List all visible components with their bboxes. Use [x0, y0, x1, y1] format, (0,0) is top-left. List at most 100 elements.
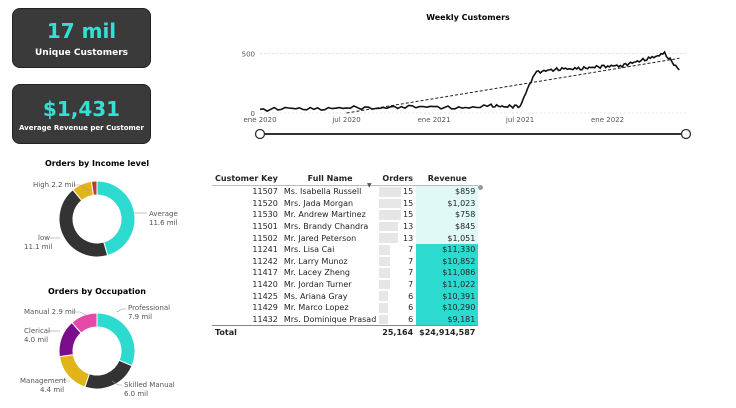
- column-header-full-name[interactable]: Full Name: [280, 171, 380, 186]
- orders-data-bar: [379, 256, 390, 267]
- cell-full-name: Ms. Isabella Russell: [283, 187, 362, 197]
- line-chart-x-tick: ene 2021: [417, 116, 450, 124]
- table-row[interactable]: 11501 Mrs. Brandy Chandra 13 $845: [212, 220, 479, 233]
- sort-descending-icon[interactable]: ▼: [367, 182, 372, 189]
- cell-revenue: $1,023: [416, 197, 479, 210]
- income-label-average: Average 11.6 mil: [133, 210, 178, 227]
- cell-full-name: Ms. Ariana Gray: [283, 291, 348, 301]
- cell-customer-key: 11420: [252, 280, 278, 290]
- income-label-low: low 11.1 mil: [24, 234, 60, 251]
- orders-data-bar: [379, 187, 402, 197]
- line-chart-x-tick: ene 2020: [243, 116, 276, 124]
- table-header-row: Customer Key Full Name Orders Revenue: [212, 171, 479, 186]
- table-row[interactable]: 11520 Mrs. Jada Morgan 15 $1,023: [212, 197, 479, 210]
- cell-orders: 7: [379, 244, 416, 256]
- trend-line: [346, 57, 680, 114]
- column-header-customer-key[interactable]: Customer Key: [212, 171, 281, 186]
- cell-full-name: Mrs. Dominique Prasad: [283, 314, 377, 324]
- occupation-professional-name: Professional: [128, 304, 170, 312]
- orders-by-occupation-chart: Orders by Occupation Manual 2.9 mil Prof…: [20, 287, 175, 398]
- occupation-professional-value: 7.9 mil: [128, 313, 152, 321]
- occupation-label-clerical: Clerical 4.0 mil: [24, 327, 60, 344]
- orders-value: 7: [408, 245, 414, 255]
- total-name-cell: [280, 325, 380, 340]
- cell-full-name: Mrs. Brandy Chandra: [283, 222, 369, 232]
- orders-value: 15: [402, 187, 414, 197]
- cell-customer-key: 11502: [252, 233, 278, 243]
- cell-customer-key: 11501: [252, 222, 278, 232]
- cell-revenue: $1,051: [416, 232, 479, 244]
- column-header-orders[interactable]: Orders: [379, 171, 417, 186]
- total-revenue: $24,914,587: [416, 325, 479, 340]
- income-high-value: 2.2 mil: [51, 181, 75, 189]
- avg-revenue-card: $1,431 Average Revenue per Customer: [12, 84, 151, 144]
- orders-value: 7: [408, 280, 414, 290]
- income-average-name: Average: [149, 210, 178, 218]
- table-row[interactable]: 11502 Mr. Jared Peterson 13 $1,051: [212, 232, 479, 244]
- svg-text:High 2.2 mil: High 2.2 mil: [33, 181, 75, 189]
- occupation-chart-title: Orders by Occupation: [48, 287, 146, 296]
- cell-orders: 7: [379, 279, 416, 291]
- scrollbar-handle[interactable]: [478, 185, 483, 190]
- orders-by-income-chart: Orders by Income level High 2.2 mil Aver…: [24, 159, 178, 258]
- orders-data-bar: [379, 268, 390, 278]
- table-row[interactable]: 11432 Mrs. Dominique Prasad 6 $9,181: [212, 313, 479, 326]
- cell-revenue: $11,330: [416, 243, 479, 256]
- orders-value: 7: [408, 256, 414, 266]
- orders-value: 13: [402, 222, 414, 232]
- orders-value: 7: [408, 268, 414, 278]
- total-orders: 25,164: [379, 325, 417, 340]
- orders-data-bar: [379, 221, 399, 232]
- table-row[interactable]: 11241 Mrs. Lisa Cai 7 $11,330: [212, 243, 479, 256]
- column-header-revenue[interactable]: Revenue: [416, 171, 479, 186]
- table-row[interactable]: 11507 Ms. Isabella Russell 15 $859: [212, 185, 479, 198]
- date-slider-end-handle[interactable]: [680, 128, 692, 140]
- cell-orders: 13: [379, 221, 416, 233]
- occupation-clerical-value: 4.0 mil: [24, 336, 48, 344]
- orders-value: 6: [408, 314, 414, 324]
- cell-full-name: Mr. Marco Lopez: [283, 303, 349, 313]
- cell-orders: 15: [379, 198, 416, 210]
- orders-data-bar: [379, 233, 399, 243]
- income-low-name: low: [38, 234, 50, 242]
- unique-customers-value: 17 mil: [46, 19, 117, 43]
- avg-revenue-label: Average Revenue per Customer: [18, 124, 145, 132]
- cell-orders: 7: [379, 256, 416, 268]
- cell-full-name: Mr. Andrew Martinez: [283, 210, 366, 220]
- cell-customer-key: 11530: [252, 210, 278, 220]
- table-row[interactable]: 11429 Mr. Marco Lopez 6 $10,290: [212, 301, 479, 314]
- cell-customer-key: 11242: [252, 256, 278, 266]
- cell-full-name: Mr. Larry Munoz: [283, 256, 348, 266]
- cell-customer-key: 11432: [252, 314, 278, 324]
- weekly-customers-chart: Weekly Customers 0500 ene 2020 jul 2020 en…: [242, 13, 692, 140]
- cell-customer-key: 11520: [252, 198, 278, 208]
- cell-revenue: $10,290: [416, 301, 479, 314]
- table-row[interactable]: 11530 Mr. Andrew Martinez 15 $758: [212, 209, 479, 221]
- occupation-management-value: 4.4 mil: [40, 386, 64, 394]
- table-row[interactable]: 11242 Mr. Larry Munoz 7 $10,852: [212, 255, 479, 268]
- occupation-manual-name: Manual: [24, 308, 49, 316]
- occupation-skilled-manual-value: 6.0 mil: [124, 390, 148, 398]
- customers-table-visual: ▼ Customer Key Full Name Orders Revenue …: [212, 171, 484, 340]
- cell-revenue: $845: [416, 220, 479, 233]
- orders-value: 13: [402, 233, 414, 243]
- cell-revenue: $11,086: [416, 267, 479, 279]
- unique-customers-label: Unique Customers: [34, 48, 129, 58]
- unique-customers-card: 17 mil Unique Customers: [12, 8, 151, 68]
- occupation-label-professional: Professional 7.9 mil: [116, 304, 170, 321]
- cell-orders: 7: [379, 267, 416, 279]
- table-row[interactable]: 11420 Mr. Jordan Turner 7 $11,022: [212, 278, 479, 291]
- table-row[interactable]: 11417 Mr. Lacey Zheng 7 $11,086: [212, 267, 479, 279]
- cell-revenue: $11,022: [416, 278, 479, 291]
- cell-revenue: $10,391: [416, 290, 479, 302]
- customers-table: Customer Key Full Name Orders Revenue 11…: [212, 171, 479, 340]
- date-slider-start-handle[interactable]: [254, 128, 266, 140]
- cell-full-name: Mr. Jared Peterson: [283, 233, 357, 243]
- orders-value: 6: [408, 303, 414, 313]
- cell-revenue: $10,852: [416, 255, 479, 268]
- occupation-clerical-name: Clerical: [24, 327, 50, 335]
- table-row[interactable]: 11425 Ms. Ariana Gray 6 $10,391: [212, 290, 479, 302]
- orders-data-bar: [379, 279, 390, 290]
- avg-revenue-value: $1,431: [42, 97, 121, 121]
- cell-orders: 13: [379, 232, 416, 244]
